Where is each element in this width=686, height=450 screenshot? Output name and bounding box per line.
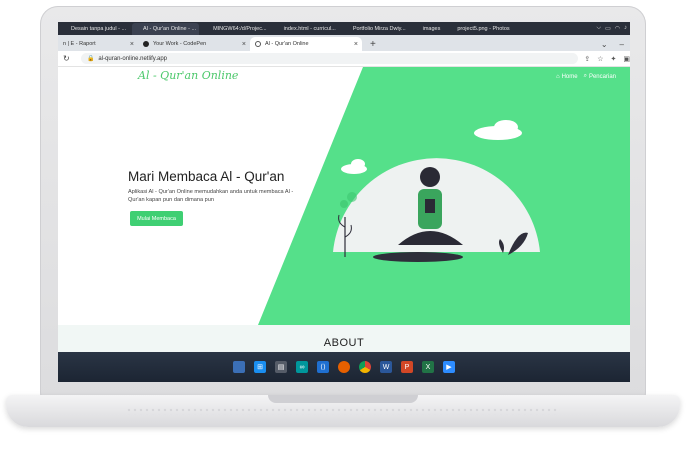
browser-icon — [135, 26, 141, 32]
laptop-notch — [268, 395, 418, 403]
photos-icon — [449, 26, 455, 32]
os-tab-label: Portfolio Mirza Dwiy... — [352, 25, 406, 32]
os-tab-2[interactable]: MINGW64:/d/Projec... — [202, 26, 270, 32]
powerpoint-icon[interactable]: P — [401, 361, 413, 373]
os-tab-3[interactable]: index.html - curricul... — [273, 26, 339, 32]
battery-icon: ▭ — [605, 26, 611, 32]
os-window-strip: Desain tanpa judul - ... Al - Qur'an Onl… — [58, 22, 630, 35]
browser-tab-alquran[interactable]: Al - Qur'an Online × — [250, 37, 362, 51]
task-view-icon[interactable]: ▤ — [275, 361, 287, 373]
browser-tab-eraport[interactable]: n | E - Raport × — [58, 37, 138, 51]
nav-search-label: Pencarian — [588, 73, 616, 80]
volume-icon: ♪ — [624, 25, 627, 31]
excel-icon[interactable]: X — [422, 361, 434, 373]
folder-icon — [415, 26, 421, 32]
url-field[interactable]: 🔒 al-quran-online.netlify.app — [80, 53, 579, 64]
hero-title: Mari Membaca Al - Qur'an — [128, 169, 285, 184]
about-title: ABOUT — [323, 337, 365, 349]
canva-icon — [63, 26, 69, 32]
codepen-icon — [143, 41, 149, 47]
chevron-down-icon[interactable]: ⌄ — [601, 40, 608, 49]
close-icon[interactable]: × — [130, 41, 134, 48]
os-tab-5[interactable]: images — [412, 26, 444, 32]
system-tray: ⌵ ▭ ◠ ♪ — [597, 25, 630, 32]
laptop-speaker-grille — [126, 407, 560, 415]
os-tab-label: index.html - curricul... — [283, 25, 336, 32]
windows-taskbar: ⊞ ▤ ∞ ⟨⟩ W P X ▶ — [58, 352, 630, 382]
search-icon: ⌕ — [583, 73, 587, 79]
nav-home-label: Home — [561, 73, 578, 80]
git-bash-icon — [205, 26, 211, 32]
os-tab-1[interactable]: Al - Qur'an Online - ... — [132, 22, 200, 35]
minimize-icon[interactable]: – — [620, 40, 624, 49]
browser-actions: ⇪ ☆ ✦ ▣ — [584, 55, 630, 63]
os-tab-label: MINGW64:/d/Projec... — [213, 25, 267, 32]
site-logo[interactable]: Al - Qur'an Online — [138, 69, 238, 82]
laptop-base — [6, 395, 680, 427]
os-tab-4[interactable]: Portfolio Mirza Dwiy... — [342, 26, 409, 32]
window-controls: ⌄ – — [601, 37, 630, 51]
share-icon[interactable]: ⇪ — [584, 55, 590, 63]
lock-icon: 🔒 — [86, 56, 95, 62]
site-nav: ⌂ Home ⌕ Pencarian — [556, 73, 616, 80]
arduino-icon[interactable]: ∞ — [296, 361, 308, 373]
os-tab-label: images — [422, 25, 441, 32]
firefox-icon[interactable] — [338, 361, 350, 373]
chevron-down-icon[interactable]: ⌵ — [597, 25, 602, 32]
os-tab-label: Al - Qur'an Online - ... — [143, 25, 197, 32]
browser-tab-label: Your Work - CodePen — [153, 41, 207, 47]
browser-tab-label: n | E - Raport — [63, 41, 96, 47]
word-icon[interactable]: W — [380, 361, 392, 373]
new-tab-button[interactable]: + — [370, 37, 376, 51]
os-tab-label: project5.png - Photos — [457, 25, 510, 32]
os-tab-0[interactable]: Desain tanpa judul - ... — [60, 26, 129, 32]
widgets-icon[interactable] — [233, 361, 245, 373]
wifi-icon: ◠ — [614, 26, 620, 32]
os-tab-6[interactable]: project5.png - Photos — [446, 26, 512, 32]
zoom-icon[interactable]: ▶ — [443, 361, 455, 373]
sidebar-icon[interactable]: ▣ — [623, 55, 630, 63]
vscode-icon — [276, 26, 282, 32]
reload-icon[interactable]: ↻ — [63, 54, 75, 63]
nav-search[interactable]: ⌕ Pencarian — [584, 73, 616, 80]
home-icon: ⌂ — [555, 73, 560, 80]
globe-icon — [255, 41, 261, 47]
close-icon[interactable]: × — [354, 41, 358, 48]
vscode-icon[interactable]: ⟨⟩ — [317, 361, 329, 373]
nav-home[interactable]: ⌂ Home — [556, 73, 578, 80]
hero-description: Aplikasi Al - Qur'an Online memudahkan a… — [128, 189, 294, 203]
browser-tab-codepen[interactable]: Your Work - CodePen × — [138, 37, 250, 51]
webpage: Al - Qur'an Online ⌂ Home ⌕ Pencarian Mari… — [58, 67, 630, 352]
laptop-screen: Desain tanpa judul - ... Al - Qur'an Onl… — [58, 22, 630, 382]
close-icon[interactable]: × — [242, 41, 246, 48]
chrome-icon — [345, 26, 351, 32]
start-reading-button[interactable]: Mulai Membaca — [130, 211, 183, 226]
url-text: al-quran-online.netlify.app — [98, 55, 168, 62]
extensions-icon[interactable]: ✦ — [611, 55, 617, 63]
chrome-icon[interactable] — [359, 361, 371, 373]
address-bar-row: ↻ 🔒 al-quran-online.netlify.app ⇪ ☆ ✦ ▣ — [58, 51, 630, 67]
browser-tab-label: Al - Qur'an Online — [265, 41, 309, 47]
browser-tab-strip: n | E - Raport × Your Work - CodePen × Al … — [58, 35, 630, 51]
windows-start-icon[interactable]: ⊞ — [254, 361, 266, 373]
os-tab-label: Desain tanpa judul - ... — [71, 25, 127, 32]
star-icon[interactable]: ☆ — [597, 55, 603, 63]
